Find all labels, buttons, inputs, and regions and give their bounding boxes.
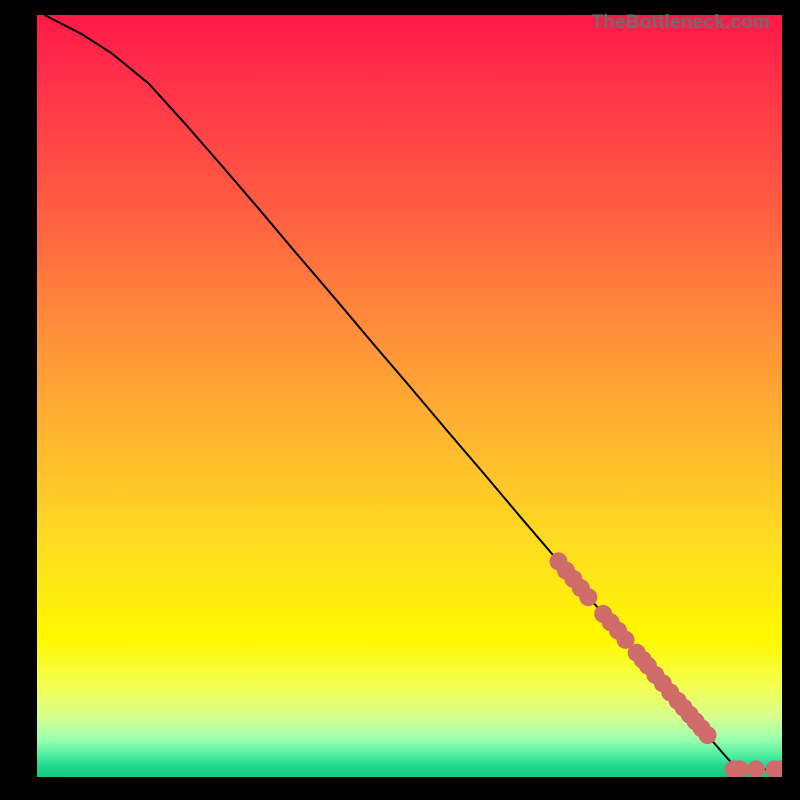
markers: [550, 552, 783, 777]
marker-point: [747, 760, 765, 777]
watermark-text: TheBottleneck.com: [591, 12, 770, 34]
plot-area: TheBottleneck.com: [37, 15, 782, 777]
curve-line: [44, 15, 782, 769]
chart-frame: TheBottleneck.com: [0, 0, 800, 800]
marker-point: [699, 726, 717, 744]
marker-point: [579, 588, 597, 606]
chart-overlay: [37, 15, 782, 777]
